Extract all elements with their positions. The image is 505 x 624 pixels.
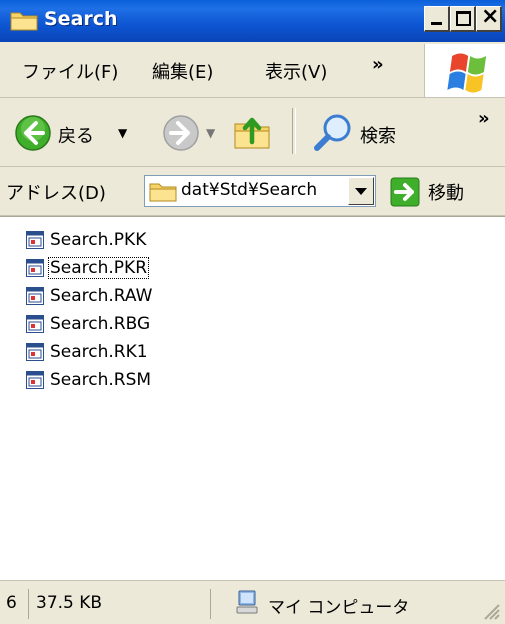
file-icon (26, 287, 44, 305)
file-name: Search.RAW (50, 286, 153, 306)
menu-edit[interactable]: 編集(E) (152, 58, 213, 84)
address-dropdown-button[interactable] (348, 177, 374, 205)
file-name: Search.RSM (50, 370, 152, 390)
status-object-count: 6 (6, 593, 17, 613)
status-divider (28, 589, 29, 619)
close-button[interactable]: × (476, 4, 502, 32)
search-button-label[interactable]: 検索 (360, 122, 396, 148)
toolbar-separator (292, 108, 296, 154)
file-list: Search.PKK Search.PKR Search.RAW Search.… (0, 216, 505, 581)
list-item[interactable]: Search.RSM (26, 367, 152, 393)
list-item[interactable]: Search.RAW (26, 283, 153, 309)
file-name: Search.PKK (50, 230, 147, 250)
windows-flag-icon (447, 53, 487, 93)
list-item[interactable]: Search.PKK (26, 227, 147, 253)
list-item[interactable]: Search.PKR (26, 255, 150, 281)
maximize-button[interactable] (450, 6, 476, 32)
folder-icon (149, 183, 177, 202)
close-icon: × (481, 4, 500, 29)
file-icon (26, 315, 44, 333)
file-name: Search.PKR (47, 257, 150, 279)
address-path[interactable]: dat¥Std¥Search (181, 180, 341, 200)
windows-logo (424, 44, 505, 97)
search-icon[interactable] (312, 112, 354, 154)
address-bar: アドレス(D) dat¥Std¥Search 移動 (0, 167, 505, 216)
list-item[interactable]: Search.RK1 (26, 339, 149, 365)
go-arrow-icon[interactable] (390, 177, 420, 207)
title-bar[interactable]: Search × (0, 0, 505, 42)
status-bar: 6 37.5 KB マイ コンピュータ (0, 580, 505, 624)
my-computer-icon (236, 590, 258, 614)
status-divider (210, 589, 211, 619)
address-label: アドレス(D) (6, 183, 106, 204)
minimize-button[interactable] (424, 6, 450, 32)
back-arrow-icon[interactable] (14, 114, 52, 152)
folder-icon (10, 12, 38, 31)
file-name: Search.RK1 (50, 342, 148, 362)
forward-dropdown-icon[interactable]: ▼ (206, 126, 215, 140)
list-item[interactable]: Search.RBG (26, 311, 151, 337)
toolbar-overflow-chevron[interactable]: » (478, 108, 490, 129)
file-icon (26, 259, 44, 277)
menu-view[interactable]: 表示(V) (265, 58, 327, 84)
up-folder-icon[interactable] (232, 112, 272, 152)
file-icon (26, 231, 44, 249)
back-dropdown-icon[interactable]: ▼ (118, 126, 127, 140)
explorer-window: Search × ファイル(F) 編集(E) 表示(V) » 戻る ▼ ▼ 検索… (0, 0, 505, 624)
menu-file[interactable]: ファイル(F) (22, 58, 118, 84)
file-icon (26, 343, 44, 361)
status-location: マイ コンピュータ (268, 598, 410, 618)
address-input[interactable]: dat¥Std¥Search (144, 175, 376, 207)
go-button-label[interactable]: 移動 (428, 179, 464, 205)
file-icon (26, 371, 44, 389)
file-name: Search.RBG (50, 314, 151, 334)
forward-arrow-icon[interactable] (162, 114, 200, 152)
back-button-label[interactable]: 戻る (58, 122, 94, 148)
toolbar: 戻る ▼ ▼ 検索 » (0, 98, 505, 167)
window-title: Search (44, 8, 118, 30)
status-size: 37.5 KB (36, 593, 103, 613)
menu-overflow-chevron[interactable]: » (372, 54, 384, 75)
resize-grip-icon[interactable] (479, 599, 501, 621)
